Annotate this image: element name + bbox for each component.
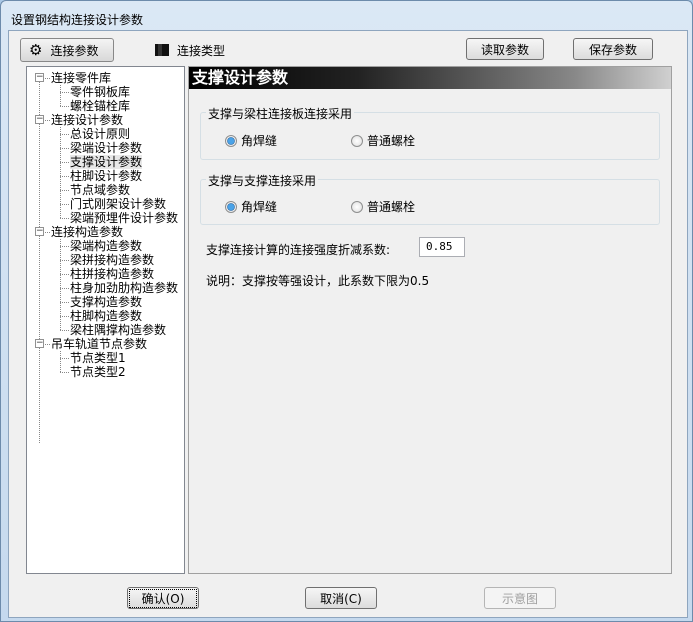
tree-item[interactable]: 节点类型1: [70, 351, 126, 365]
coef-input[interactable]: 0.85: [419, 237, 465, 257]
radio-label: 普通螺栓: [367, 200, 416, 214]
collapse-icon[interactable]: −: [35, 339, 44, 348]
tree-line: [60, 330, 69, 331]
tree-item[interactable]: 柱拼接构造参数: [70, 267, 154, 281]
tree-line: [60, 204, 69, 205]
radio-label: 角焊缝: [241, 200, 278, 214]
tree-line: [60, 92, 69, 93]
collapse-icon[interactable]: −: [35, 73, 44, 82]
tree-item[interactable]: 柱脚构造参数: [70, 309, 142, 323]
tree-line: [60, 351, 61, 372]
tree-line: [60, 190, 69, 191]
collapse-icon[interactable]: −: [35, 115, 44, 124]
tree-group[interactable]: 连接设计参数: [51, 113, 123, 127]
tree-line: [60, 260, 69, 261]
save-params-button[interactable]: 保存参数: [573, 38, 653, 60]
tab-connection-types[interactable]: 连接类型: [147, 38, 233, 62]
ok-button[interactable]: 确认(O): [127, 587, 199, 609]
tree-line: [60, 274, 69, 275]
gear-icon: ⚙: [29, 41, 43, 59]
radio-bolt-1[interactable]: 普通螺栓: [351, 132, 415, 149]
tree-line: [39, 79, 40, 443]
param-tree[interactable]: − 连接零件库 零件钢板库 螺栓锚栓库 − 连接设计参数 总设计原则 梁端设计参数 支撑设计参数…: [26, 66, 185, 574]
tree-item[interactable]: 梁端预埋件设计参数: [70, 211, 178, 225]
tree-line: [60, 316, 69, 317]
tree-line: [60, 176, 69, 177]
tree-item[interactable]: 支撑设计参数: [70, 155, 143, 169]
radio-dot: [225, 134, 237, 147]
tree-item[interactable]: 节点域参数: [70, 183, 130, 197]
tree-item[interactable]: 柱脚设计参数: [70, 169, 142, 183]
radio-dot: [351, 134, 363, 147]
collapse-icon[interactable]: −: [35, 227, 44, 236]
tree-group[interactable]: 连接构造参数: [51, 225, 123, 239]
beam-column-connection-group: 支撑与梁柱连接板连接采用 角焊缝 普通螺栓: [200, 105, 660, 160]
tree-item[interactable]: 门式刚架设计参数: [70, 197, 166, 211]
group-label: 支撑与梁柱连接板连接采用: [206, 105, 355, 122]
tab-connection-params[interactable]: ⚙ 连接参数: [20, 38, 114, 62]
tree-item[interactable]: 梁拼接构造参数: [70, 253, 154, 267]
group-label: 支撑与支撑连接采用: [206, 172, 319, 189]
tree-line: [45, 232, 50, 233]
radio-bolt-2[interactable]: 普通螺栓: [351, 198, 415, 215]
radio-dot: [351, 200, 363, 213]
dialog-window: 设置钢结构连接设计参数 ⚙ 连接参数 连接类型 读取参数 保存参数 − 连接零件库…: [0, 0, 693, 622]
map-icon: [155, 44, 169, 56]
tree-line: [60, 246, 69, 247]
cancel-button[interactable]: 取消(C): [305, 587, 377, 609]
tree-line: [60, 148, 69, 149]
brace-connection-group: 支撑与支撑连接采用 角焊缝 普通螺栓: [200, 172, 660, 225]
tree-item[interactable]: 柱身加劲肋构造参数: [70, 281, 178, 295]
tree-line: [60, 239, 61, 330]
tree-line: [60, 134, 69, 135]
radio-label: 角焊缝: [241, 134, 278, 148]
radio-dot: [225, 200, 237, 213]
tree-line: [45, 344, 50, 345]
note-text: 说明：支撑按等强设计，此系数下限为0.5: [206, 274, 430, 288]
tree-item[interactable]: 支撑构造参数: [70, 295, 142, 309]
radio-fillet-weld-1[interactable]: 角焊缝: [225, 132, 277, 149]
tree-line: [60, 288, 69, 289]
tree-line: [60, 302, 69, 303]
panel-title: 支撑设计参数: [189, 67, 671, 89]
ok-label: 确认(O): [128, 588, 198, 608]
tree-item[interactable]: 梁端设计参数: [70, 141, 142, 155]
tree-group[interactable]: 吊车轨道节点参数: [51, 337, 147, 351]
tree-group[interactable]: 连接零件库: [51, 71, 111, 85]
tree-item[interactable]: 节点类型2: [70, 365, 126, 379]
diagram-button: 示意图: [484, 587, 556, 609]
radio-label: 普通螺栓: [367, 134, 416, 148]
tree-line: [60, 218, 69, 219]
tree-item[interactable]: 梁柱隅撑构造参数: [70, 323, 166, 337]
tree-line: [60, 85, 61, 106]
coef-label: 支撑连接计算的连接强度折减系数:: [206, 243, 391, 257]
tree-line: [60, 127, 61, 218]
tree-item[interactable]: 零件钢板库: [70, 85, 130, 99]
tree-line: [60, 372, 69, 373]
radio-fillet-weld-2[interactable]: 角焊缝: [225, 198, 277, 215]
tree-item[interactable]: 螺栓锚栓库: [70, 99, 130, 113]
tree-line: [45, 78, 50, 79]
dialog-client: ⚙ 连接参数 连接类型 读取参数 保存参数 − 连接零件库 零件钢板库 螺栓锚栓库 − 连…: [8, 30, 688, 618]
read-params-button[interactable]: 读取参数: [466, 38, 544, 60]
tree-line: [60, 358, 69, 359]
tree-line: [45, 120, 50, 121]
tree-item[interactable]: 总设计原则: [70, 127, 130, 141]
tree-line: [60, 162, 69, 163]
settings-panel: 支撑设计参数 支撑与梁柱连接板连接采用 角焊缝 普通螺栓 支撑与支撑连接采用 角…: [188, 66, 672, 574]
tree-line: [60, 106, 69, 107]
window-title: 设置钢结构连接设计参数: [11, 13, 144, 27]
tree-item[interactable]: 梁端构造参数: [70, 239, 142, 253]
